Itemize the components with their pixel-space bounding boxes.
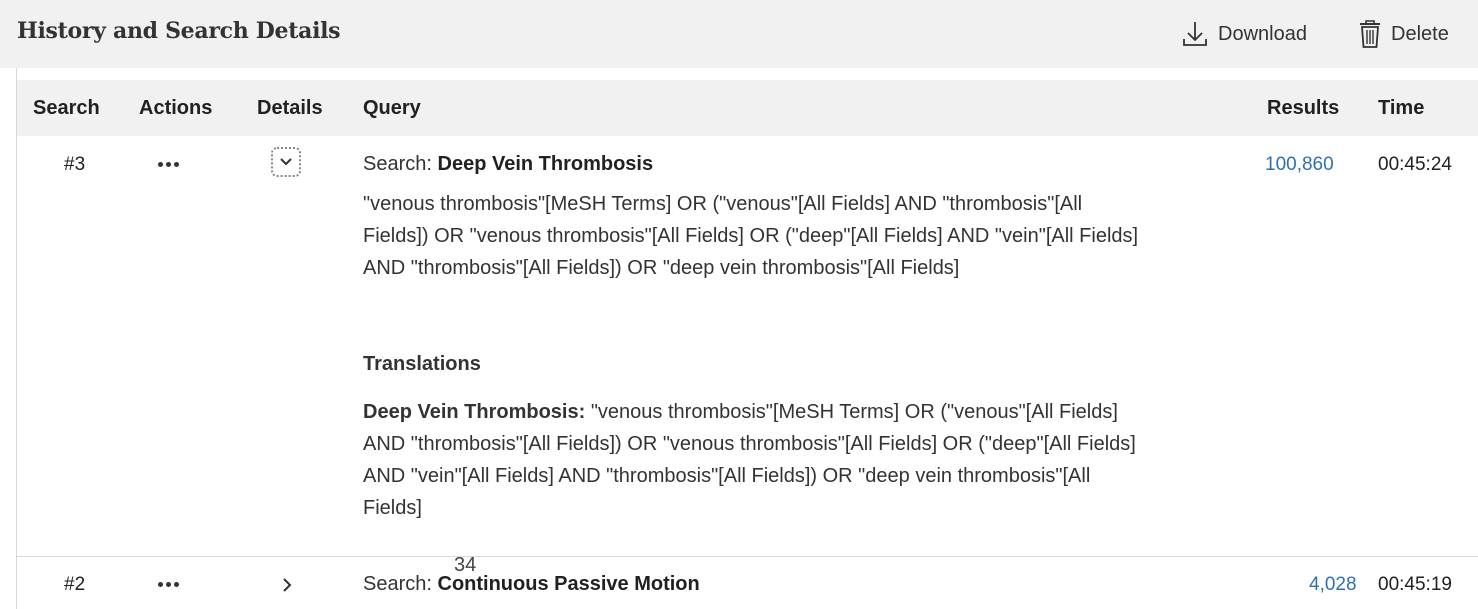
table-header-row: Search Actions Details Query Results Tim… xyxy=(17,80,1478,136)
delete-label: Delete xyxy=(1391,22,1449,45)
translations-heading: Translations xyxy=(363,353,481,375)
query-details: "venous thrombosis"[MeSH Terms] OR ("ven… xyxy=(363,193,1139,279)
translation-block: Deep Vein Thrombosis: "venous thrombosis… xyxy=(363,396,1153,524)
search-term: Continuous Passive Motion xyxy=(437,573,700,595)
history-table: Search Actions Details Query Results Tim… xyxy=(16,68,1478,609)
search-number: #2 xyxy=(64,574,86,595)
query-search: Search: Deep Vein Thrombosis xyxy=(363,148,653,180)
download-icon xyxy=(1183,22,1207,46)
column-header-query: Query xyxy=(363,97,421,119)
row-divider xyxy=(17,556,1478,557)
page-title: History and Search Details xyxy=(17,18,341,44)
download-button[interactable]: Download xyxy=(1180,19,1307,49)
delete-button[interactable]: Delete xyxy=(1357,19,1449,49)
search-prefix: Search: xyxy=(363,573,432,595)
history-header: History and Search Details Download Dele… xyxy=(0,0,1478,68)
more-actions-icon[interactable] xyxy=(158,162,179,167)
page-number: 34 xyxy=(454,554,477,576)
search-time: 00:45:24 xyxy=(1378,154,1452,175)
column-header-results[interactable]: Results xyxy=(1267,97,1339,120)
more-actions-icon[interactable] xyxy=(158,582,179,587)
translation-term: Deep Vein Thrombosis: xyxy=(363,401,586,423)
trash-icon xyxy=(1360,20,1380,48)
column-header-details: Details xyxy=(257,97,323,119)
chevron-right-icon[interactable] xyxy=(281,577,293,593)
search-time: 00:45:19 xyxy=(1378,574,1452,595)
download-label: Download xyxy=(1218,22,1307,45)
column-header-actions: Actions xyxy=(139,97,213,119)
column-header-search[interactable]: Search xyxy=(33,97,100,120)
search-number: #3 xyxy=(64,154,86,175)
column-header-time[interactable]: Time xyxy=(1378,97,1424,120)
results-link[interactable]: 100,860 xyxy=(1265,154,1334,176)
chevron-down-icon xyxy=(280,158,292,166)
query-search: Search: Continuous Passive Motion xyxy=(363,568,700,600)
search-term: Deep Vein Thrombosis xyxy=(437,153,654,175)
search-prefix: Search: xyxy=(363,153,432,175)
results-link[interactable]: 4,028 xyxy=(1309,574,1357,596)
details-toggle-button[interactable] xyxy=(271,147,301,177)
